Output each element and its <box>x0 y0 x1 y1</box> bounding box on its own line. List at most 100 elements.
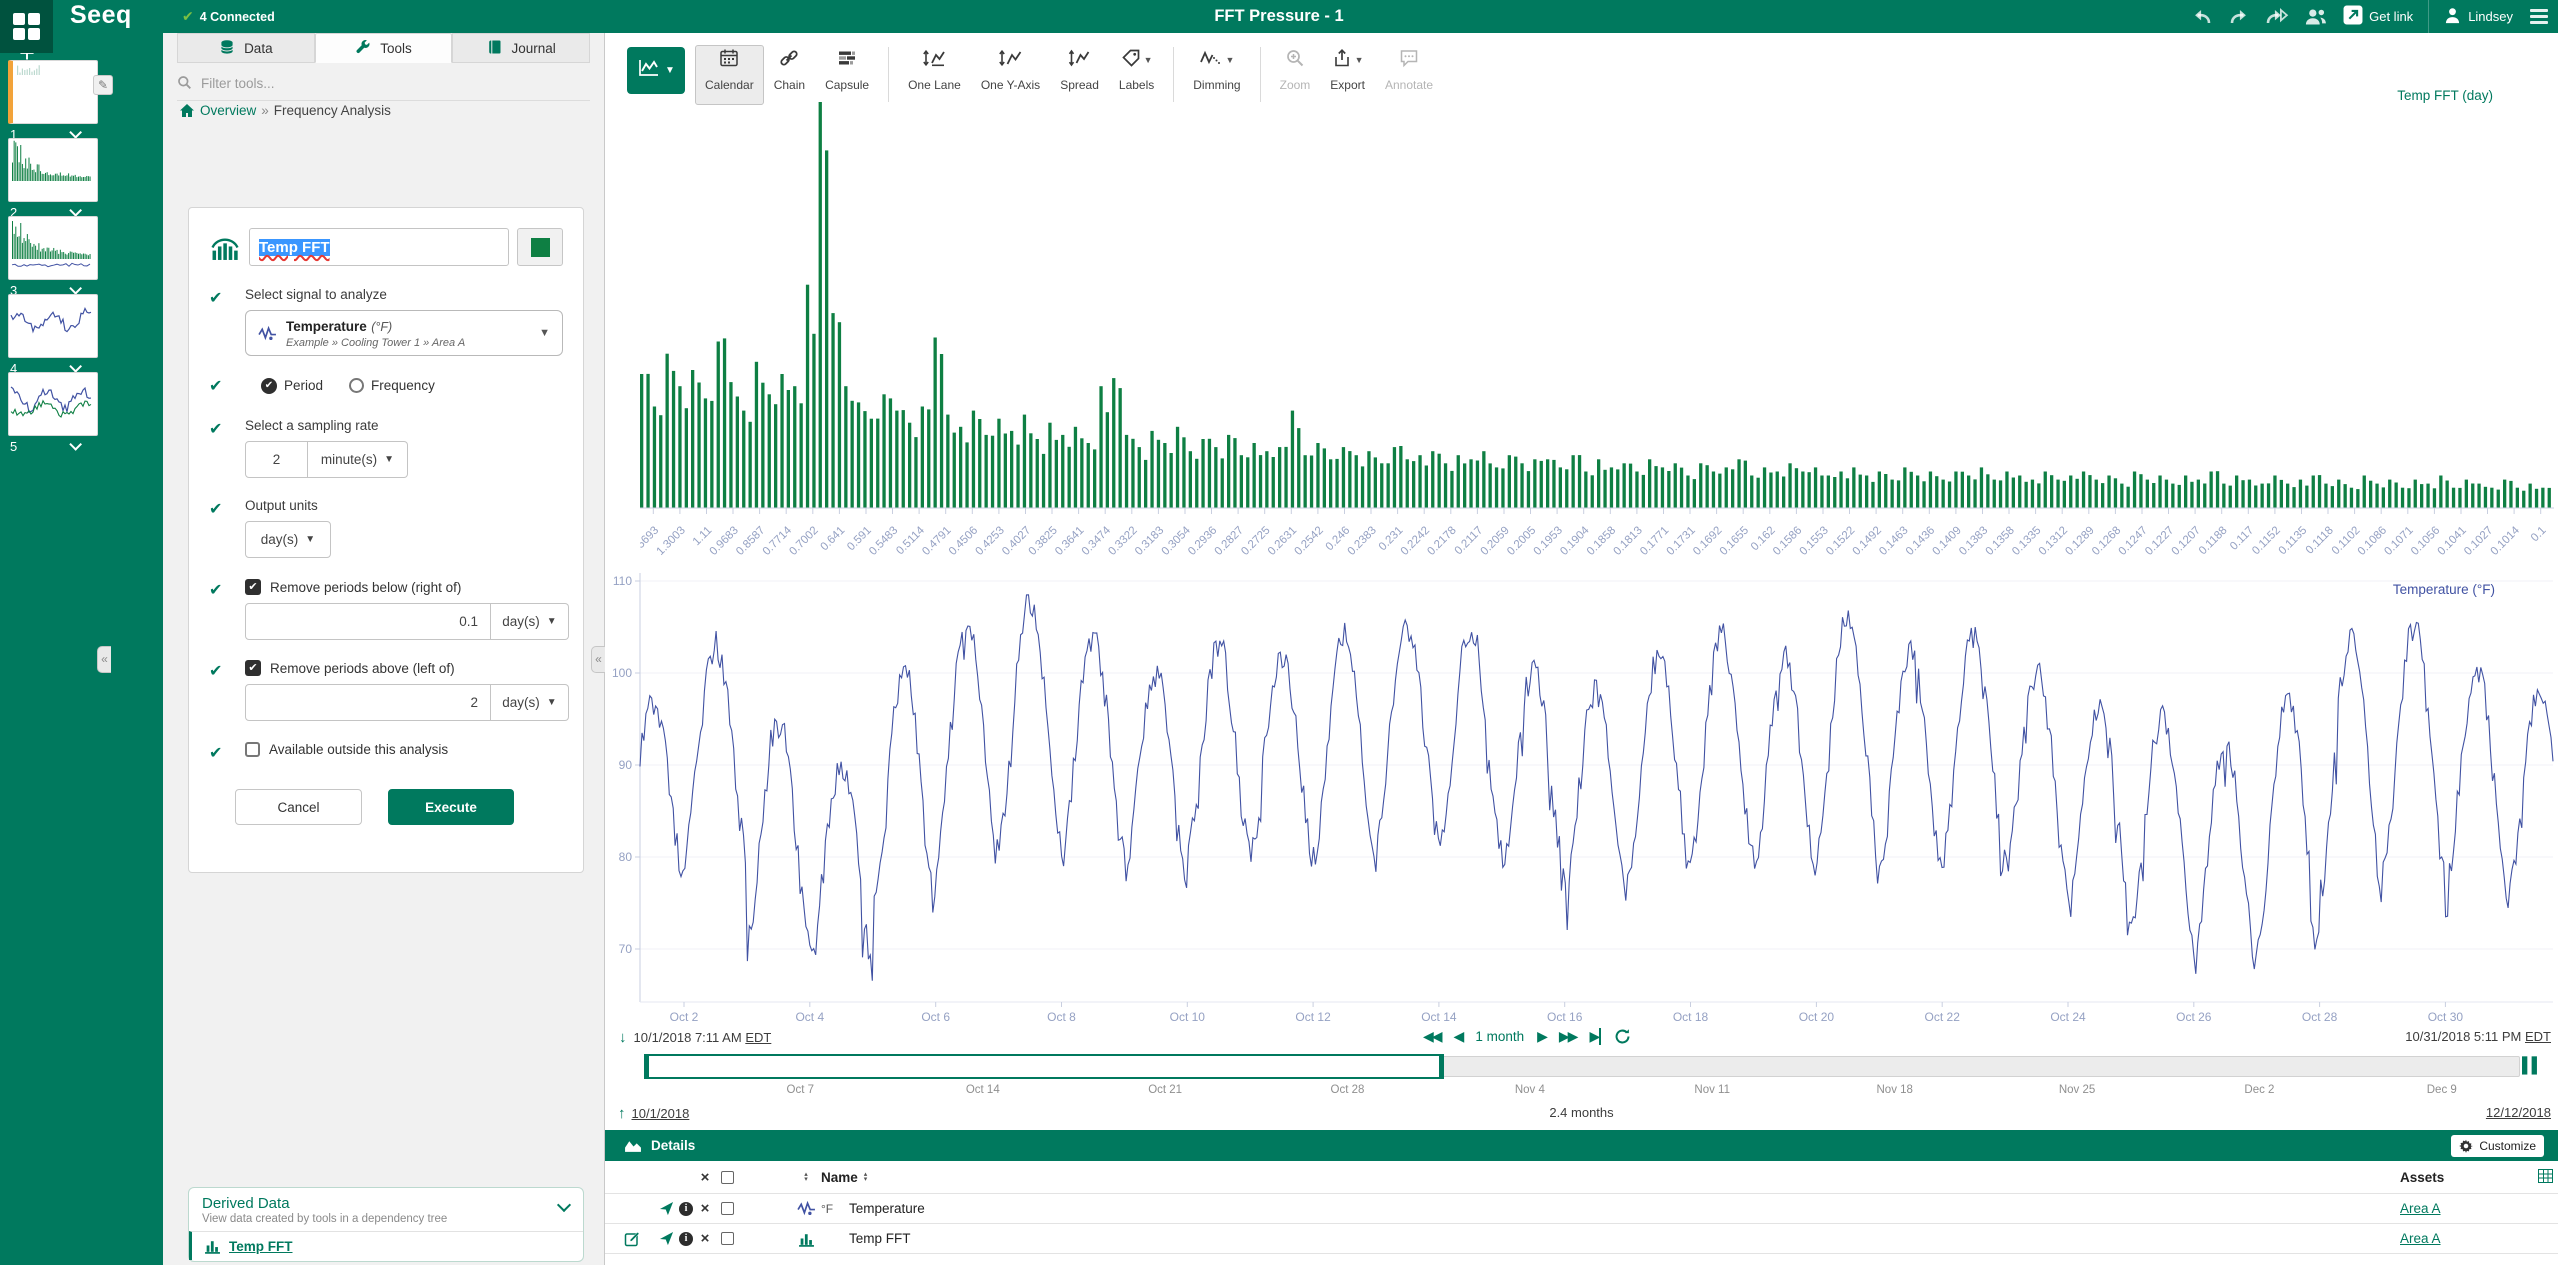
user-menu[interactable]: Lindsey <box>2444 7 2513 27</box>
chevron-down-icon[interactable] <box>69 282 82 295</box>
worksheet-row-5[interactable]: 5 <box>10 439 96 454</box>
timeline-tick-label: Oct 7 <box>787 1084 814 1096</box>
remove-below-checkbox[interactable]: ✔ Remove periods below (right of) <box>245 579 569 595</box>
remove-below-unit-select[interactable]: day(s) ▼ <box>491 603 569 640</box>
remove-icon[interactable]: × <box>701 1200 710 1217</box>
auto-update-icon[interactable] <box>1614 1028 1631 1045</box>
radio-frequency[interactable]: Frequency <box>349 378 435 393</box>
investigate-start-date[interactable]: 10/1/2018 <box>632 1106 690 1121</box>
chevron-down-icon[interactable] <box>69 204 82 217</box>
step-to-end-button[interactable]: ▶ <box>1589 1028 1601 1045</box>
svg-text:1.3003: 1.3003 <box>654 524 687 557</box>
range-end-timezone[interactable]: EDT <box>2525 1029 2551 1044</box>
tab-data[interactable]: Data <box>177 33 315 63</box>
remove-above-checkbox[interactable]: ✔ Remove periods above (left of) <box>245 660 569 676</box>
step-forward-button[interactable]: ▶ <box>1537 1028 1546 1045</box>
tab-tools[interactable]: Tools <box>315 33 453 63</box>
sort-icon[interactable]: ▴▾ <box>804 1172 808 1182</box>
signal-select-dropdown[interactable]: Temperature (°F) Example » Cooling Tower… <box>245 310 563 356</box>
step-back-button[interactable]: ◀ <box>1454 1028 1463 1045</box>
tool-name-input[interactable]: Temp FFT <box>249 228 509 266</box>
fft-bar-chart[interactable]: 1.56931.30031.110.96830.85870.77140.7002… <box>640 88 2554 563</box>
sampling-unit-select[interactable]: minute(s) ▼ <box>308 441 408 478</box>
svg-text:Oct 26: Oct 26 <box>2176 1010 2212 1024</box>
redo-icon[interactable] <box>2228 8 2249 26</box>
timeline-end-handle-icon[interactable]: ▌▌ <box>2522 1057 2541 1074</box>
svg-text:0.1056: 0.1056 <box>2409 524 2442 557</box>
svg-text:0.2827: 0.2827 <box>1213 524 1246 557</box>
chevron-down-icon[interactable] <box>69 360 82 373</box>
assets-column-header[interactable]: Assets <box>2400 1170 2550 1185</box>
chevron-down-icon[interactable] <box>69 438 82 451</box>
navigate-icon[interactable] <box>659 1201 674 1216</box>
row-checkbox[interactable] <box>721 1202 734 1215</box>
svg-text:0.1027: 0.1027 <box>2462 524 2495 557</box>
derived-data-item-link[interactable]: Temp FFT <box>229 1239 293 1254</box>
radio-period[interactable]: ✔ Period <box>261 378 323 394</box>
edit-icon[interactable] <box>624 1231 640 1247</box>
app-grid-button[interactable] <box>0 0 53 53</box>
output-units-select[interactable]: day(s) ▼ <box>245 521 331 558</box>
tab-journal[interactable]: Journal <box>452 33 590 63</box>
svg-text:0.1152: 0.1152 <box>2250 524 2283 557</box>
investigate-end-date[interactable]: 12/12/2018 <box>2486 1105 2551 1120</box>
worksheet-thumbnail-3[interactable] <box>8 216 98 280</box>
range-start-arrow-icon[interactable]: ↓ <box>619 1029 627 1046</box>
filter-tools-input[interactable]: Filter tools... <box>177 73 590 101</box>
customize-button[interactable]: Customize <box>2451 1135 2544 1157</box>
home-icon[interactable] <box>179 103 195 118</box>
investigate-range-arrow-icon[interactable]: ↑ <box>618 1105 626 1122</box>
customize-columns-icon[interactable] <box>2538 1169 2553 1186</box>
chevron-down-icon[interactable] <box>69 126 82 139</box>
worksheet-thumbnail-2[interactable] <box>8 138 98 202</box>
color-picker-button[interactable] <box>517 228 563 266</box>
asset-link[interactable]: Area A <box>2400 1201 2441 1216</box>
range-start-datetime[interactable]: 10/1/2018 7:11 AM EDT <box>634 1030 772 1045</box>
users-icon[interactable] <box>2304 8 2328 25</box>
breadcrumb-overview-link[interactable]: Overview <box>200 103 256 118</box>
step-forward-much-button[interactable]: ▶▶ <box>1559 1028 1577 1045</box>
remove-icon[interactable]: × <box>701 1230 710 1247</box>
row-checkbox[interactable] <box>721 1232 734 1245</box>
name-column-header[interactable]: Name <box>821 1170 858 1185</box>
range-start-timezone[interactable]: EDT <box>745 1030 771 1045</box>
table-row-temp-fft[interactable]: i×Temp FFTArea A <box>605 1224 2558 1254</box>
remove-above-unit-select[interactable]: day(s) ▼ <box>491 684 569 721</box>
svg-text:0.2542: 0.2542 <box>1292 524 1325 557</box>
navigate-icon[interactable] <box>659 1231 674 1246</box>
svg-text:0.4253: 0.4253 <box>973 524 1006 557</box>
step-back-much-button[interactable]: ◀◀ <box>1423 1028 1441 1045</box>
connection-status[interactable]: ✔ 4 Connected <box>182 0 275 33</box>
redo-all-icon[interactable] <box>2264 8 2289 26</box>
worksheet-thumbnail-1[interactable]: ✎ <box>8 60 98 124</box>
svg-text:0.3322: 0.3322 <box>1106 524 1139 557</box>
table-row-temperature[interactable]: i×°FTemperatureArea A <box>605 1194 2558 1224</box>
range-end-datetime[interactable]: 10/31/2018 5:11 PM EDT <box>2405 1029 2551 1044</box>
sort-icon[interactable]: ▴▾ <box>864 1172 868 1182</box>
get-link-button[interactable]: Get link <box>2343 5 2413 28</box>
select-all-checkbox[interactable] <box>721 1171 734 1184</box>
cancel-button[interactable]: Cancel <box>235 789 362 825</box>
execute-button[interactable]: Execute <box>388 789 514 825</box>
worksheet-thumbnail-5[interactable] <box>8 372 98 436</box>
temperature-line-chart[interactable]: 110100908070Oct 2Oct 4Oct 6Oct 8Oct 10Oc… <box>605 565 2558 1027</box>
collapse-worksheet-panel-handle[interactable]: « <box>97 646 111 673</box>
worksheet-thumbnail-4[interactable] <box>8 294 98 358</box>
timeline-selection[interactable] <box>644 1054 1444 1079</box>
investigate-duration[interactable]: 2.4 months <box>1549 1105 1613 1120</box>
info-icon[interactable]: i <box>679 1202 693 1216</box>
hamburger-menu-icon[interactable] <box>2528 6 2550 27</box>
available-outside-checkbox[interactable]: Available outside this analysis <box>245 742 563 757</box>
step-size-label[interactable]: 1 month <box>1475 1029 1524 1044</box>
remove-above-input[interactable]: 2 <box>245 684 491 721</box>
info-icon[interactable]: i <box>679 1232 693 1246</box>
collapse-tool-panel-handle[interactable]: « <box>591 646 605 673</box>
undo-icon[interactable] <box>2192 8 2213 26</box>
derived-data-item[interactable]: Temp FFT <box>189 1231 583 1260</box>
sampling-rate-input[interactable]: 2 <box>245 441 308 478</box>
asset-link[interactable]: Area A <box>2400 1231 2441 1246</box>
edit-worksheet-icon[interactable]: ✎ <box>93 75 113 95</box>
remove-below-input[interactable]: 0.1 <box>245 603 491 640</box>
trend-view-button[interactable]: ▼ <box>627 47 685 94</box>
remove-all-icon[interactable]: × <box>701 1169 710 1186</box>
